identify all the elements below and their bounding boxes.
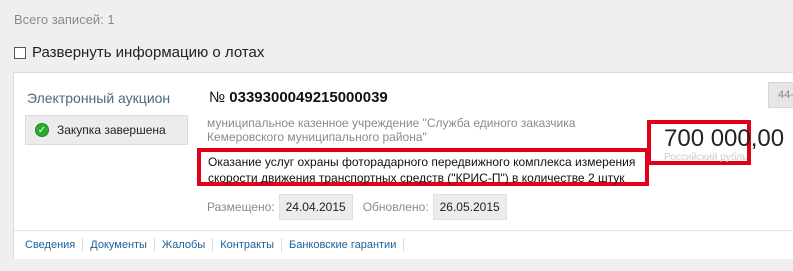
- tab-bank-guarantees[interactable]: Банковские гарантии: [282, 238, 405, 252]
- currency-label: Российский рубль: [664, 152, 748, 163]
- status-label: Закупка завершена: [57, 123, 166, 137]
- expand-lots-checkbox[interactable]: Развернуть информацию о лотах: [14, 44, 264, 61]
- card-tabs: Сведения Документы Жалобы Контракты Банк…: [14, 230, 793, 259]
- subject-highlight: Оказание услуг охраны фоторадарного пере…: [197, 148, 649, 186]
- tab-contracts[interactable]: Контракты: [213, 238, 282, 252]
- subject-line-1: Оказание услуг охраны фоторадарного пере…: [208, 155, 636, 169]
- check-circle-icon: ✓: [35, 123, 49, 137]
- customer-organization[interactable]: муниципальное казенное учреждение "Служб…: [207, 116, 627, 144]
- law-tag: 44-: [768, 82, 793, 108]
- records-count: Всего записей: 1: [14, 12, 115, 27]
- posted-label: Размещено:: [207, 200, 275, 214]
- tab-info[interactable]: Сведения: [14, 238, 84, 252]
- number-prefix: №: [209, 89, 226, 106]
- purchase-subject: Оказание услуг охраны фоторадарного пере…: [208, 154, 635, 186]
- subject-line-2: скорости движения транспортных средств (…: [208, 171, 625, 185]
- status-badge: ✓ Закупка завершена: [25, 115, 188, 145]
- purchase-card: Электронный аукцион ✓ Закупка завершена …: [13, 72, 793, 259]
- posted-date: 24.04.2015: [278, 194, 353, 220]
- tab-complaints[interactable]: Жалобы: [155, 238, 214, 252]
- dates-row: Размещено: 24.04.2015 Обновлено: 26.05.2…: [207, 194, 507, 220]
- price-value: 700 000,00: [664, 125, 785, 152]
- number-value[interactable]: 0339300049215000039: [229, 89, 388, 106]
- purchase-number[interactable]: № 0339300049215000039: [209, 89, 388, 106]
- updated-label: Обновлено:: [362, 200, 429, 214]
- expand-lots-label: Развернуть информацию о лотах: [32, 44, 265, 61]
- tab-documents[interactable]: Документы: [83, 238, 155, 252]
- procedure-type: Электронный аукцион: [27, 90, 171, 106]
- checkbox-icon[interactable]: [14, 46, 26, 59]
- updated-date: 26.05.2015: [432, 194, 507, 220]
